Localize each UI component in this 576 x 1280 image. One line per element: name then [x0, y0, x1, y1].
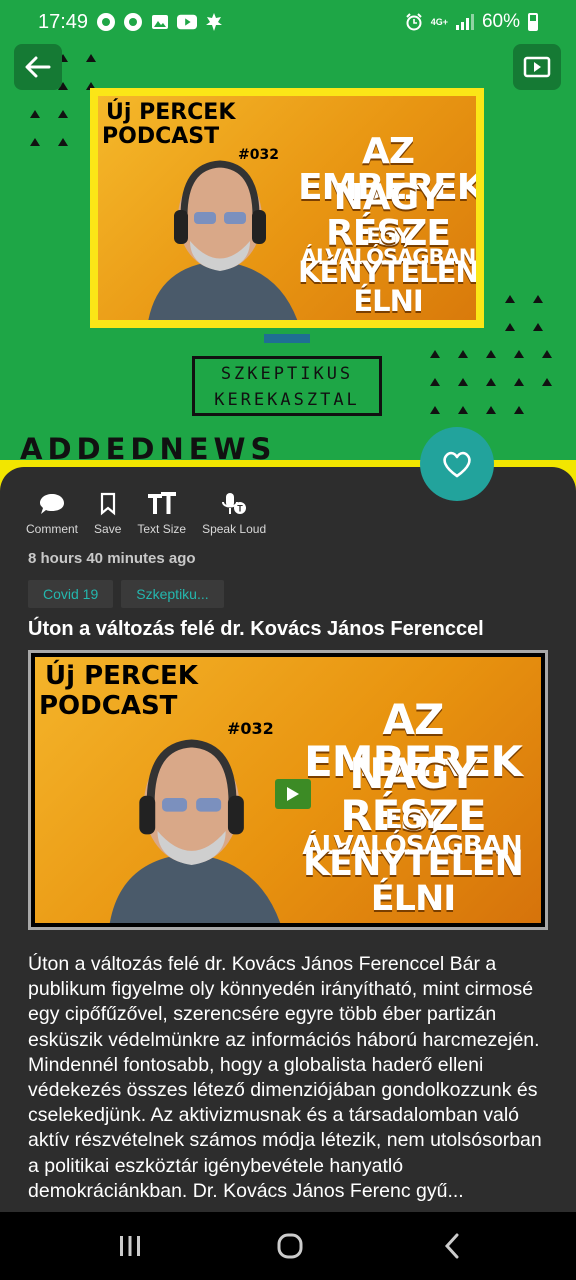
tag-szkeptikus[interactable]: Szkeptiku...	[121, 580, 224, 608]
speak-loud-button[interactable]: T Speak Loud	[202, 492, 266, 536]
comment-icon	[40, 494, 64, 514]
box-line1: SZKEPTIKUS	[220, 364, 354, 384]
back-nav-button[interactable]	[440, 1232, 464, 1260]
video-podcast-label-line1: Új PERCEK	[45, 661, 198, 691]
play-icon	[287, 787, 299, 801]
comment-button[interactable]: Comment	[26, 492, 78, 536]
heart-icon	[443, 451, 471, 478]
text-size-label: Text Size	[137, 522, 187, 536]
back-button[interactable]	[14, 44, 62, 90]
recent-apps-button[interactable]	[116, 1232, 144, 1260]
youtube-icon	[177, 12, 197, 32]
battery-percent: 60%	[481, 11, 520, 32]
status-right: 4G+ 60%	[405, 11, 538, 33]
box-line2: KEREKASZTAL	[214, 390, 360, 410]
text-size-icon	[147, 492, 176, 514]
video-button[interactable]	[513, 44, 561, 90]
video-podcast-label-line2: PODCAST	[39, 691, 178, 721]
hero-image: Új PERCEK PODCAST #032 AZ EMBEREK NAGY R…	[0, 0, 576, 500]
svg-text:T: T	[237, 504, 243, 514]
article-body: Úton a változás felé dr. Kovács János Fe…	[28, 953, 542, 1202]
video-host-portrait	[109, 739, 281, 923]
alarm-icon	[405, 13, 422, 31]
text-size-button[interactable]: Text Size	[137, 492, 186, 536]
comment-label: Comment	[26, 522, 79, 536]
signal-icon	[455, 14, 474, 30]
app-notification-icon	[123, 12, 143, 32]
status-time: 17:49	[38, 11, 89, 33]
video-thumbnail: Új PERCEK PODCAST #032 AZ EMBEREK NAGY R…	[35, 657, 541, 923]
status-bar: 17:49 4G+ 60%	[0, 0, 576, 48]
video-player[interactable]: Új PERCEK PODCAST #032 AZ EMBEREK NAGY R…	[28, 650, 548, 930]
notification-icons	[96, 12, 224, 32]
chevron-left-icon	[444, 1233, 459, 1259]
play-button[interactable]	[275, 779, 311, 809]
home-icon	[277, 1233, 303, 1259]
favorite-button[interactable]	[420, 427, 494, 501]
tag-list: Covid 19 Szkeptiku...	[28, 580, 224, 608]
brand-wordmark: ADDEDNEWS	[20, 432, 277, 466]
navigation-bar	[0, 1212, 576, 1280]
leaf-icon	[204, 12, 224, 32]
play-video-icon	[523, 56, 551, 78]
battery-icon	[528, 13, 538, 31]
podcast-thumbnail: Új PERCEK PODCAST #032 AZ EMBEREK NAGY R…	[90, 88, 484, 328]
host-portrait	[148, 160, 298, 320]
article-title: Úton a változás felé dr. Kovács János Fe…	[28, 618, 484, 640]
podcast-label-line1: Új PERCEK	[106, 100, 236, 125]
save-label: Save	[94, 522, 122, 536]
szkeptikus-box: SZKEPTIKUS KEREKASZTAL	[192, 356, 382, 416]
action-bar: Comment Save Text Size T Speak Loud	[26, 492, 266, 536]
home-button[interactable]	[276, 1232, 304, 1260]
recent-apps-icon	[120, 1236, 140, 1256]
speak-icon: T	[222, 493, 247, 514]
podcast-label-line2: PODCAST	[102, 124, 220, 149]
arrow-left-icon	[25, 56, 51, 78]
speak-loud-label: Speak Loud	[202, 522, 267, 536]
app-notification-icon	[96, 12, 116, 32]
video-headline-line-4: KÉNYTELEN ÉLNI	[303, 844, 524, 919]
bookmark-icon	[100, 492, 115, 516]
tag-covid[interactable]: Covid 19	[28, 580, 114, 608]
headline-line-4: KÉNYTELEN ÉLNI	[298, 255, 476, 318]
published-time: 8 hours 40 minutes ago	[28, 550, 196, 567]
gallery-icon	[150, 12, 170, 32]
blue-bar	[264, 334, 310, 343]
network-type: 4G+	[430, 16, 448, 27]
save-button[interactable]: Save	[94, 492, 121, 536]
